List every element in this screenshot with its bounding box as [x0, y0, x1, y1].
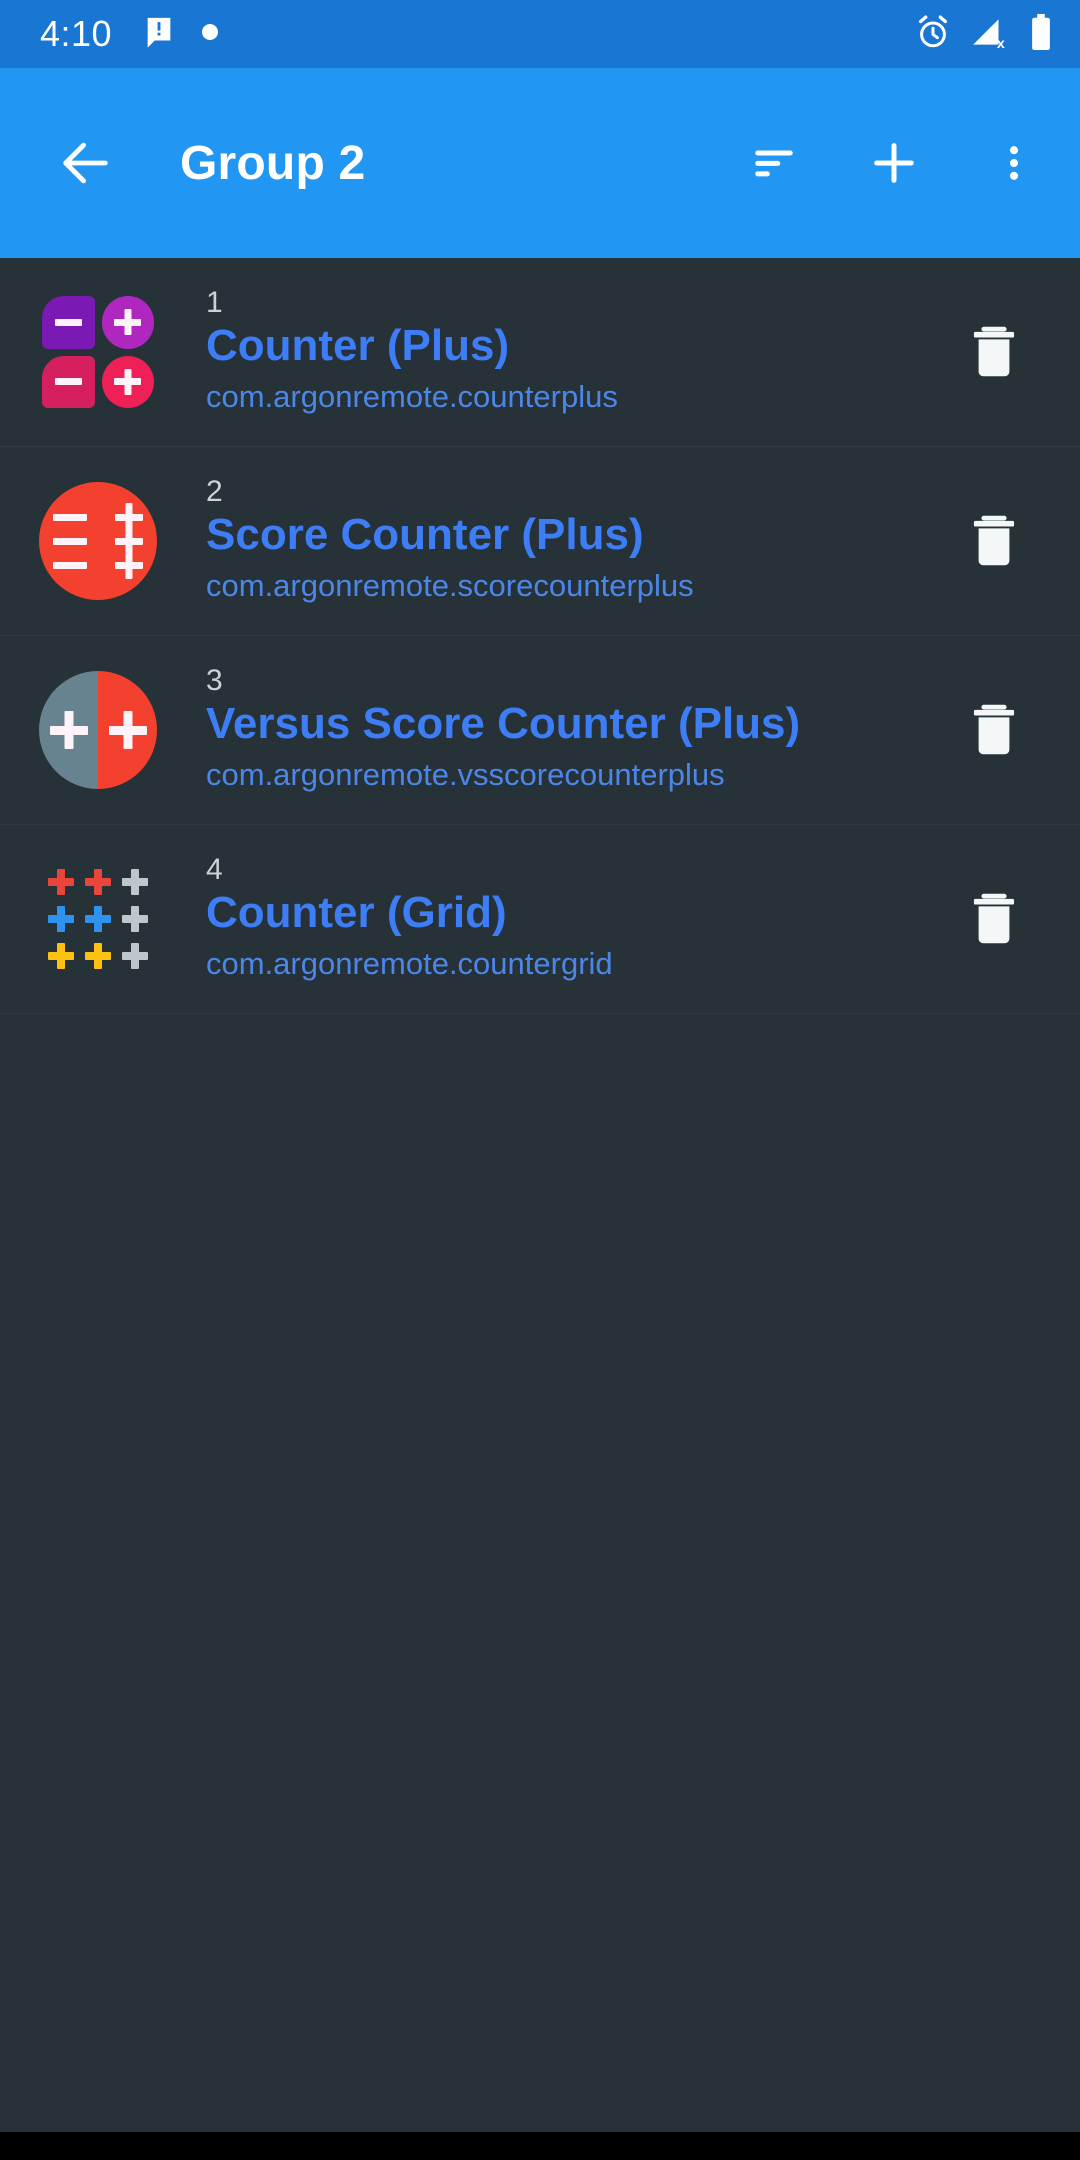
status-bar-notification-icons	[142, 15, 914, 54]
app-bar-actions	[742, 131, 1046, 195]
navigation-bar	[0, 2132, 1080, 2160]
list-item[interactable]: 4 Counter (Grid) com.argonremote.counter…	[0, 825, 1080, 1014]
list-item-text: 1 Counter (Plus) com.argonremote.counter…	[162, 287, 948, 418]
list-item-title: Score Counter (Plus)	[206, 510, 644, 560]
list-item-title: Versus Score Counter (Plus)	[206, 699, 801, 749]
list-item-text: 4 Counter (Grid) com.argonremote.counter…	[162, 854, 948, 985]
list-item-title: Counter (Grid)	[206, 888, 507, 938]
page-title: Group 2	[180, 136, 366, 190]
delete-button[interactable]	[948, 306, 1040, 398]
delete-button[interactable]	[948, 873, 1040, 965]
counter-plus-icon	[34, 288, 162, 416]
list-item-index: 1	[206, 285, 223, 319]
list-item-package: com.argonremote.countergrid	[206, 946, 613, 982]
add-button[interactable]	[862, 131, 926, 195]
back-button[interactable]	[44, 121, 128, 205]
score-counter-plus-icon	[34, 477, 162, 605]
list-item-index: 3	[206, 663, 223, 697]
list-item-package: com.argonremote.scorecounterplus	[206, 568, 694, 604]
signal-off-icon: x	[970, 13, 1008, 56]
list-item-text: 2 Score Counter (Plus) com.argonremote.s…	[162, 476, 948, 607]
delete-button[interactable]	[948, 684, 1040, 776]
list-item-package: com.argonremote.vsscorecounterplus	[206, 757, 725, 793]
list-item[interactable]: 1 Counter (Plus) com.argonremote.counter…	[0, 258, 1080, 447]
battery-icon	[1026, 13, 1056, 56]
list-item-package: com.argonremote.counterplus	[206, 379, 618, 415]
delete-button[interactable]	[948, 495, 1040, 587]
app-list: 1 Counter (Plus) com.argonremote.counter…	[0, 258, 1080, 1014]
versus-score-counter-plus-icon	[34, 666, 162, 794]
status-bar-system-icons: x	[914, 13, 1056, 56]
app-bar: Group 2	[0, 68, 1080, 258]
overflow-menu-button[interactable]	[982, 131, 1046, 195]
status-bar: 4:10 x	[0, 0, 1080, 68]
message-icon	[142, 15, 176, 54]
list-item-index: 2	[206, 474, 223, 508]
list-item[interactable]: 3 Versus Score Counter (Plus) com.argonr…	[0, 636, 1080, 825]
svg-text:x: x	[997, 35, 1005, 50]
sort-button[interactable]	[742, 131, 806, 195]
phone-screen: 4:10 x Group 2 1 Counter (Plus) com.argo…	[0, 0, 1080, 2160]
status-bar-clock: 4:10	[40, 13, 113, 54]
list-item-index: 4	[206, 852, 223, 886]
list-item-title: Counter (Plus)	[206, 321, 510, 371]
alarm-icon	[914, 13, 952, 56]
counter-grid-icon	[34, 855, 162, 983]
list-item[interactable]: 2 Score Counter (Plus) com.argonremote.s…	[0, 447, 1080, 636]
list-item-text: 3 Versus Score Counter (Plus) com.argonr…	[162, 665, 948, 796]
dot-icon	[202, 23, 219, 45]
